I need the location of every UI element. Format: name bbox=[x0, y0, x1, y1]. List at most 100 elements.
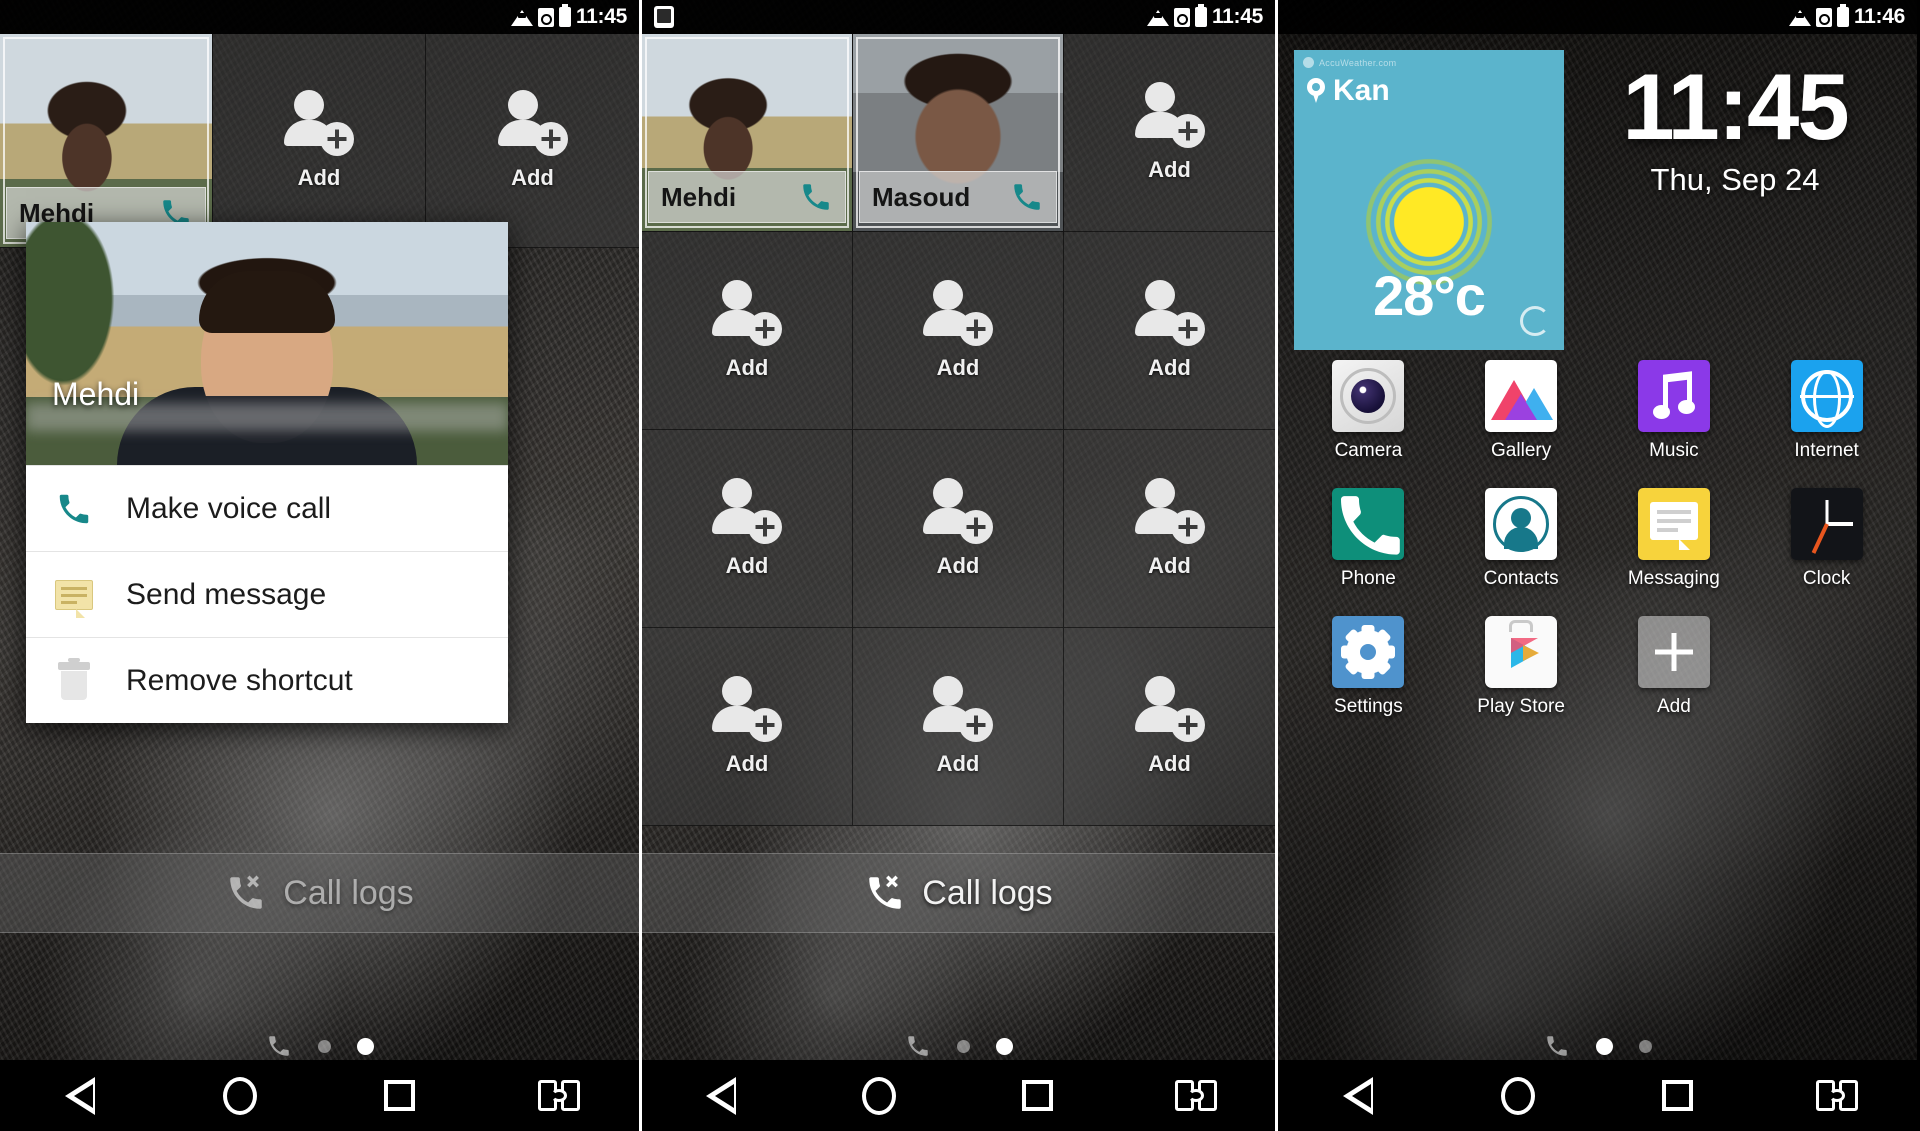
status-bar: 11:45 bbox=[0, 0, 639, 34]
photo-hair bbox=[199, 270, 335, 333]
dual-window-button[interactable] bbox=[479, 1080, 639, 1111]
sd-card-icon bbox=[537, 7, 554, 27]
navigation-bar bbox=[1278, 1060, 1917, 1131]
menu-item-label: Send message bbox=[126, 577, 327, 611]
menu-item-make-voice-call[interactable]: Make voice call bbox=[26, 465, 508, 551]
add-person-icon bbox=[921, 280, 995, 346]
app-label: Add bbox=[1656, 696, 1691, 717]
status-bar-clock: 11:46 bbox=[1853, 5, 1905, 28]
plus-icon bbox=[1637, 616, 1710, 688]
dual-window-button[interactable] bbox=[1117, 1080, 1275, 1111]
back-button[interactable] bbox=[0, 1076, 160, 1115]
page-dot-active[interactable] bbox=[995, 1037, 1013, 1055]
contact-shortcut-mehdi[interactable]: Mehdi bbox=[0, 34, 213, 248]
app-settings[interactable]: Settings bbox=[1292, 616, 1445, 718]
call-logs-bar[interactable]: Call logs bbox=[642, 853, 1275, 933]
weather-widget[interactable]: AccuWeather.com Kan 28°c bbox=[1294, 50, 1564, 350]
add-contact-cell[interactable]: Add bbox=[1064, 34, 1275, 232]
add-contact-cell[interactable]: Add bbox=[213, 34, 426, 248]
back-button[interactable] bbox=[642, 1076, 800, 1115]
app-gallery[interactable]: Gallery bbox=[1445, 360, 1598, 462]
contact-widget-grid: Mehdi Masoud Add Add Add Add Add Add Add… bbox=[642, 34, 1275, 826]
recents-icon bbox=[383, 1080, 415, 1111]
home-button[interactable] bbox=[1438, 1076, 1598, 1115]
sd-card-icon bbox=[1173, 7, 1190, 27]
refresh-icon[interactable] bbox=[1520, 306, 1550, 336]
battery-icon bbox=[558, 4, 571, 27]
page-dot-active[interactable] bbox=[356, 1037, 374, 1055]
app-contacts[interactable]: Contacts bbox=[1445, 488, 1598, 590]
page-indicator bbox=[642, 1033, 1275, 1059]
camera-icon bbox=[1332, 360, 1405, 432]
app-grid: Camera Gallery Music Internet Phone Cont… bbox=[1292, 360, 1903, 744]
app-music[interactable]: Music bbox=[1598, 360, 1751, 462]
home-button[interactable] bbox=[800, 1076, 958, 1115]
panel-contacts-popup: 11:45 Mehdi Add Add Mehdi Make voice cal… bbox=[0, 0, 639, 1131]
add-contact-cell[interactable]: Add bbox=[642, 628, 853, 826]
app-add[interactable]: Add bbox=[1598, 616, 1751, 718]
contact-shortcut-mehdi[interactable]: Mehdi bbox=[642, 34, 853, 232]
recents-button[interactable] bbox=[1598, 1080, 1758, 1111]
app-camera[interactable]: Camera bbox=[1292, 360, 1445, 462]
dual-window-button[interactable] bbox=[1757, 1080, 1917, 1111]
back-icon bbox=[706, 1076, 737, 1115]
add-contact-cell[interactable]: Add bbox=[642, 232, 853, 430]
add-person-icon bbox=[282, 90, 356, 156]
app-empty-slot bbox=[1750, 616, 1903, 718]
page-dot[interactable] bbox=[1638, 1039, 1652, 1053]
phone-page-icon[interactable] bbox=[905, 1033, 931, 1059]
call-logs-bar[interactable]: Call logs bbox=[0, 853, 639, 933]
page-dot-active[interactable] bbox=[1595, 1037, 1613, 1055]
app-label: Music bbox=[1649, 440, 1699, 461]
add-contact-cell[interactable]: Add bbox=[853, 628, 1064, 826]
recents-button[interactable] bbox=[959, 1080, 1117, 1111]
accuweather-logo-icon bbox=[1303, 57, 1314, 68]
settings-icon bbox=[1332, 616, 1405, 688]
add-contact-cell[interactable]: Add bbox=[853, 430, 1064, 628]
trash-icon bbox=[52, 657, 96, 703]
app-row: Phone Contacts Messaging Clock bbox=[1292, 488, 1903, 590]
app-internet[interactable]: Internet bbox=[1750, 360, 1903, 462]
app-messaging[interactable]: Messaging bbox=[1598, 488, 1751, 590]
phone-icon[interactable] bbox=[1010, 180, 1044, 214]
app-play-store[interactable]: Play Store bbox=[1445, 616, 1598, 718]
add-contact-cell[interactable]: Add bbox=[426, 34, 639, 248]
app-label: Phone bbox=[1340, 568, 1396, 589]
page-dot[interactable] bbox=[317, 1039, 331, 1053]
contact-shortcut-masoud[interactable]: Masoud bbox=[853, 34, 1064, 232]
add-contact-cell[interactable]: Add bbox=[1064, 430, 1275, 628]
app-label: Play Store bbox=[1477, 696, 1565, 717]
screenshot-icon bbox=[654, 6, 674, 28]
add-contact-cell[interactable]: Add bbox=[1064, 628, 1275, 826]
recents-button[interactable] bbox=[320, 1080, 480, 1111]
add-person-icon bbox=[710, 280, 784, 346]
app-phone[interactable]: Phone bbox=[1292, 488, 1445, 590]
popup-contact-photo: Mehdi bbox=[26, 222, 508, 465]
back-button[interactable] bbox=[1278, 1076, 1438, 1115]
home-button[interactable] bbox=[160, 1076, 320, 1115]
sd-card-icon bbox=[1815, 7, 1832, 27]
add-contact-cell[interactable]: Add bbox=[853, 232, 1064, 430]
status-bar-right: 11:45 bbox=[510, 4, 627, 29]
battery-icon bbox=[1836, 4, 1849, 27]
menu-item-send-message[interactable]: Send message bbox=[26, 551, 508, 637]
add-contact-cell[interactable]: Add bbox=[642, 430, 853, 628]
dual-window-icon bbox=[1816, 1080, 1859, 1111]
menu-item-remove-shortcut[interactable]: Remove shortcut bbox=[26, 637, 508, 723]
app-row: Settings Play Store Add bbox=[1292, 616, 1903, 718]
location-pin-icon bbox=[1306, 78, 1326, 104]
popup-contact-name: Mehdi bbox=[52, 376, 140, 412]
add-label: Add bbox=[1148, 355, 1191, 380]
clock-widget[interactable]: 11:45 Thu, Sep 24 bbox=[1575, 59, 1895, 198]
contact-name: Masoud bbox=[872, 181, 971, 212]
add-contact-cell[interactable]: Add bbox=[1064, 232, 1275, 430]
phone-page-icon[interactable] bbox=[1544, 1033, 1570, 1059]
contacts-icon bbox=[1485, 488, 1558, 560]
app-clock[interactable]: Clock bbox=[1750, 488, 1903, 590]
add-label: Add bbox=[725, 751, 769, 776]
phone-icon[interactable] bbox=[799, 180, 833, 214]
page-dot[interactable] bbox=[956, 1039, 970, 1053]
add-person-icon bbox=[921, 676, 995, 742]
recents-icon bbox=[1661, 1080, 1693, 1111]
phone-page-icon[interactable] bbox=[266, 1033, 292, 1059]
